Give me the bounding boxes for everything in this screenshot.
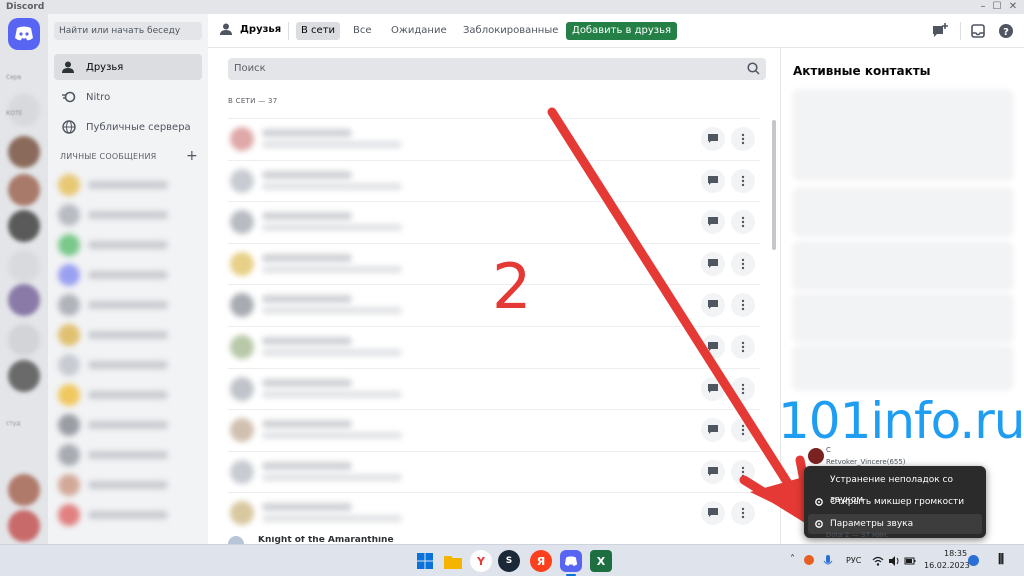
discord-logo-icon <box>564 555 578 566</box>
notification-badge-icon[interactable] <box>968 555 979 566</box>
keyboard-language[interactable]: РУС <box>846 556 861 565</box>
menu-item-label: Открыть микшер громкости <box>830 497 965 507</box>
activity-status: Dota 2 — 37 мин. <box>826 531 889 539</box>
windows-start-icon[interactable] <box>414 550 436 572</box>
step-number-annotation: 2 <box>492 250 532 323</box>
clock-time[interactable]: 18:35 <box>944 549 967 558</box>
yandex-browser-icon[interactable]: Y <box>470 550 492 572</box>
windows-logo-icon <box>417 553 433 569</box>
volume-icon[interactable] <box>888 555 900 567</box>
steam-icon[interactable]: S <box>498 550 520 572</box>
windows-taskbar: Y S Я X ˄ РУС 18:35 16.02.2023 ⦀ <box>0 544 1024 576</box>
file-explorer-icon[interactable] <box>442 550 464 572</box>
show-desktop-icon[interactable]: ⦀ <box>998 552 1004 568</box>
excel-icon[interactable]: X <box>590 550 612 572</box>
tray-app-icon[interactable] <box>804 555 814 565</box>
menu-item-label: Параметры звука <box>830 519 914 529</box>
clock-date[interactable]: 16.02.2023 <box>924 561 970 570</box>
gear-icon <box>815 498 823 506</box>
site-watermark: 101info.ru <box>778 392 1024 450</box>
tray-overflow-icon[interactable]: ˄ <box>790 554 795 565</box>
avatar <box>808 448 824 464</box>
gear-icon <box>815 520 823 528</box>
yandex-icon[interactable]: Я <box>530 550 552 572</box>
microphone-icon[interactable] <box>822 555 834 567</box>
battery-icon[interactable] <box>904 555 916 567</box>
menu-item-volume-mixer[interactable]: Открыть микшер громкости <box>808 492 982 512</box>
activity-user-name: Retvoker_Vincere(655) <box>826 458 906 466</box>
wifi-icon[interactable] <box>872 555 884 567</box>
discord-taskbar-icon[interactable] <box>560 550 582 572</box>
sound-context-menu: Устранение неполадок со звуком Открыть м… <box>804 466 986 538</box>
folder-icon <box>444 555 462 569</box>
menu-item-troubleshoot-sound[interactable]: Устранение неполадок со звуком <box>808 470 982 505</box>
